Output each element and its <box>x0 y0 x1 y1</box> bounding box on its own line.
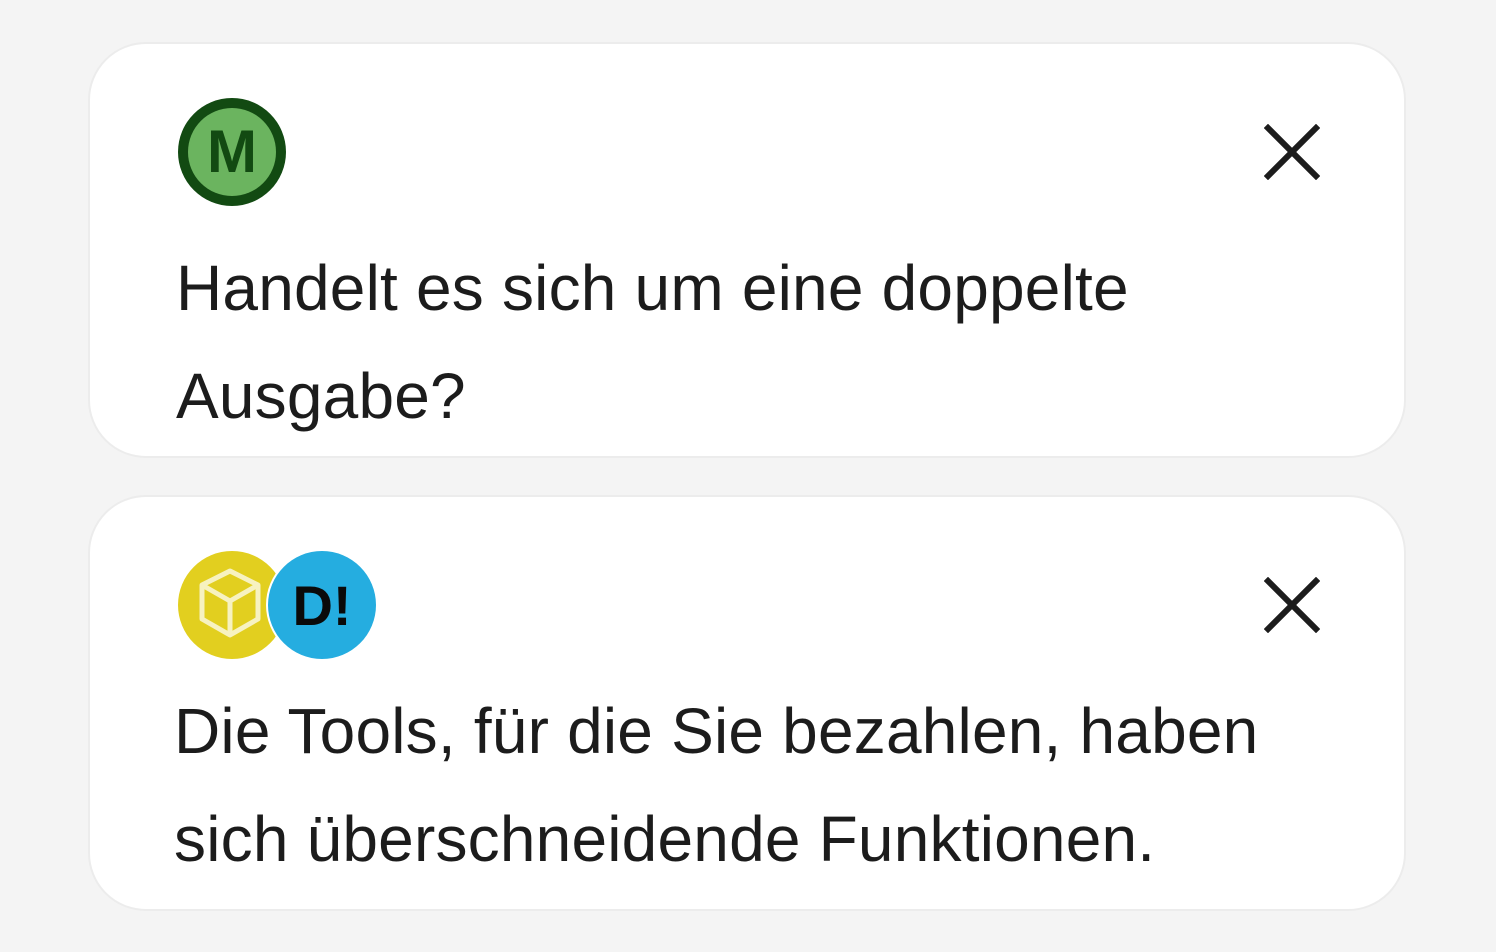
money-logo-icon: M <box>176 96 288 208</box>
close-button[interactable] <box>1263 123 1321 181</box>
money-logo-letter: M <box>207 118 257 185</box>
card-message: Die Tools, für die Sie bezahlen, haben s… <box>174 695 1259 875</box>
card-message: Handelt es sich um eine doppelte Ausgabe… <box>176 252 1129 432</box>
d-logo-text: D! <box>292 574 351 637</box>
d-exclaim-logo-icon: D! <box>266 549 378 661</box>
close-icon <box>1263 576 1321 634</box>
close-button[interactable] <box>1263 576 1321 634</box>
insight-card-duplicate-expense: M Handelt es sich um eine doppelte Ausga… <box>88 42 1406 458</box>
close-icon <box>1263 123 1321 181</box>
insight-card-overlapping-tools: D! Die Tools, für die Sie bezahlen, habe… <box>88 495 1406 911</box>
